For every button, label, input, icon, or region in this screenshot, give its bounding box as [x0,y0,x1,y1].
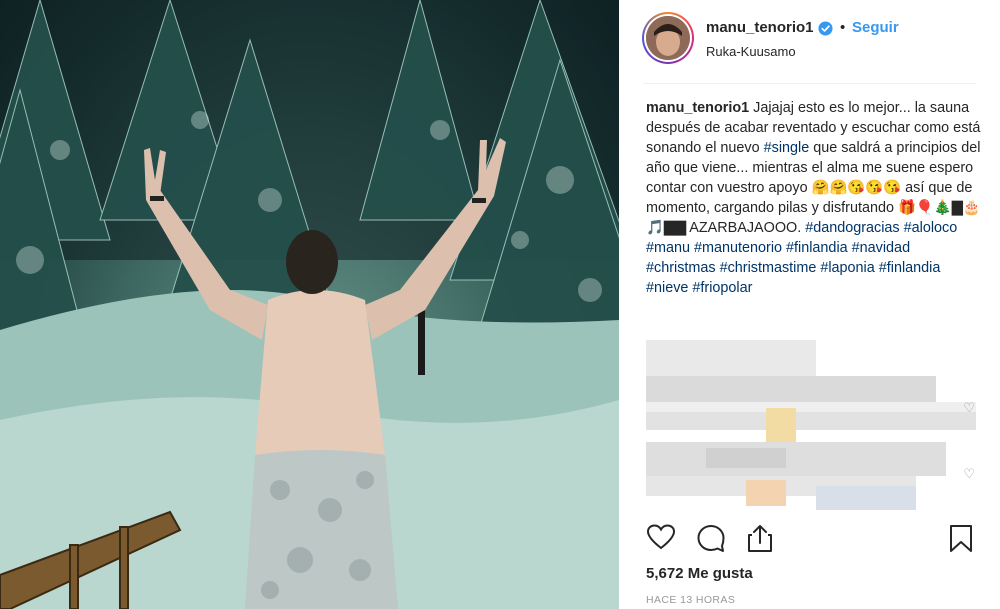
hashtag-link[interactable]: #manu [646,240,690,256]
hashtag-link[interactable]: #christmas [646,260,716,276]
hashtag-link[interactable]: #christmastime [720,260,817,276]
bookmark-icon[interactable] [948,523,974,553]
post-header: manu_tenorio1 • Seguir Ruka-Kuusamo [619,0,1000,83]
comment-like-icon[interactable]: ♡ [963,466,975,482]
heart-icon[interactable] [646,523,676,551]
comment-like-icon[interactable]: ♡ [963,400,975,416]
post-photo[interactable] [0,0,619,609]
like-count[interactable]: 5,672 Me gusta [646,565,753,582]
hashtag-link[interactable]: #dandogracias [805,220,899,236]
action-bar [619,519,1000,555]
avatar-face [646,16,690,60]
post-caption: manu_tenorio1 Jajajaj esto es lo mejor...… [646,98,981,298]
hashtag-link[interactable]: #manutenorio [694,240,782,256]
comment-icon[interactable] [696,523,726,553]
header-divider [643,83,976,84]
share-icon[interactable] [746,523,774,553]
hashtag-link[interactable]: #aloloco [904,220,958,236]
comments-blurred [646,340,976,510]
post-author-username[interactable]: manu_tenorio1 [706,19,814,36]
hashtag-link[interactable]: #single [764,140,810,156]
verified-badge-icon [818,21,833,36]
hashtag-link[interactable]: #nieve [646,280,688,296]
caption-text: Jajajaj esto es lo mejor... la sauna des… [646,100,981,296]
header-separator: • [840,19,846,36]
avatar[interactable] [646,16,690,60]
post-timestamp: HACE 13 HORAS [646,594,736,606]
hashtag-link[interactable]: #finlandia [786,240,848,256]
hashtag-link[interactable]: #finlandia [879,260,941,276]
hashtag-link[interactable]: #laponia [820,260,874,276]
avatar-story-ring[interactable] [642,12,694,64]
caption-username[interactable]: manu_tenorio1 [646,100,749,116]
post-side-panel: manu_tenorio1 • Seguir Ruka-Kuusamo manu… [619,0,1000,609]
photo-scene [0,0,619,609]
post-location[interactable]: Ruka-Kuusamo [706,44,796,59]
hashtag-link[interactable]: #navidad [852,240,910,256]
follow-button[interactable]: Seguir [852,19,899,36]
hashtag-link[interactable]: #friopolar [692,280,752,296]
